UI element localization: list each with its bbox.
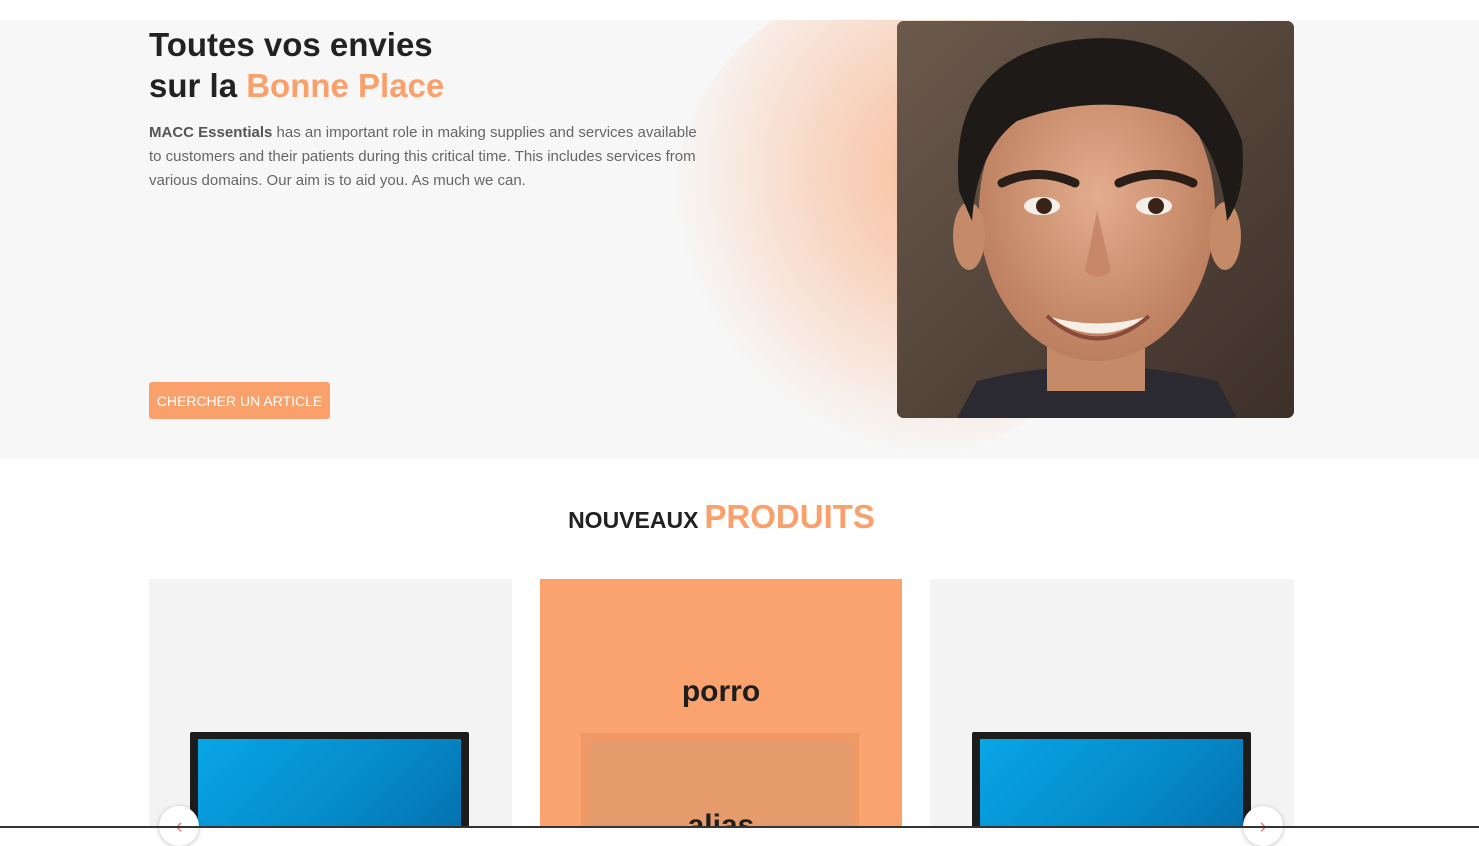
new-products-title-part2: PRODUITS — [704, 498, 875, 535]
hero-description: MACC Essentials has an important role in… — [149, 121, 709, 193]
monitor-image — [190, 732, 469, 828]
new-products-title: NOUVEAUX PRODUITS — [0, 498, 1443, 536]
product-card[interactable] — [149, 579, 512, 828]
search-article-button[interactable]: CHERCHER UN ARTICLE — [149, 382, 330, 419]
hero-portrait-image — [897, 21, 1294, 418]
product-card[interactable] — [930, 579, 1294, 828]
new-products-title-part1: NOUVEAUX — [568, 507, 699, 533]
product-card-featured[interactable]: porro alias — [540, 579, 902, 828]
hero-title-line1: Toutes vos envies — [149, 26, 433, 63]
brand-name: MACC Essentials — [149, 124, 273, 141]
hero-title-accent: Bonne Place — [246, 67, 445, 104]
hero-title-line2-prefix: sur la — [149, 67, 247, 104]
product-card-title: porro — [681, 675, 761, 708]
monitor-image — [972, 732, 1251, 828]
hero-title: Toutes vos envies sur la Bonne Place — [149, 24, 444, 106]
hero-section: Toutes vos envies sur la Bonne Place MAC… — [0, 20, 1479, 459]
